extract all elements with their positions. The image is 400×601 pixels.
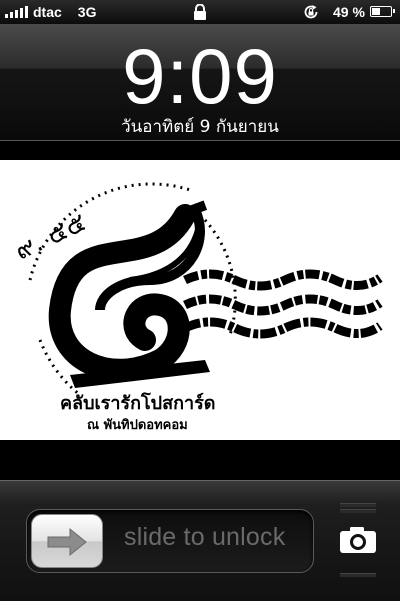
slide-to-unlock-track[interactable]: slide to unlock [26, 509, 314, 573]
wallpaper-image: ๙. ๕๕ คลับเรารักโปสการ์ด ณ พันทิปดอทคอม [0, 160, 400, 440]
arrow-right-icon [47, 527, 87, 557]
wallpaper: ๙. ๕๕ คลับเรารักโปสการ์ด ณ พันทิปดอทคอม [0, 141, 400, 573]
clock-date: วันอาทิตย์ 9 กันยายน [121, 117, 279, 137]
status-bar: dtac 3G 49 % [0, 0, 400, 24]
network-label: 3G [77, 4, 97, 20]
slide-to-unlock-text: slide to unlock [124, 523, 286, 551]
clock-time: 9:09 [122, 32, 278, 120]
logo-subtitle: ณ พันทิปดอทคอม [87, 418, 188, 433]
unlock-bar: slide to unlock [0, 480, 400, 601]
battery-percent: 49 % [333, 4, 365, 20]
rotation-lock-icon [304, 5, 318, 19]
signal-icon [5, 6, 28, 18]
carrier-label: dtac [33, 4, 62, 20]
logo-title: คลับเรารักโปสการ์ด [60, 393, 216, 414]
clock-panel: 9:09 วันอาทิตย์ 9 กันยายน [0, 24, 400, 141]
lock-icon [194, 4, 206, 20]
battery-icon [370, 6, 395, 17]
slide-to-unlock-knob[interactable] [31, 514, 103, 568]
camera-icon[interactable] [339, 526, 377, 554]
